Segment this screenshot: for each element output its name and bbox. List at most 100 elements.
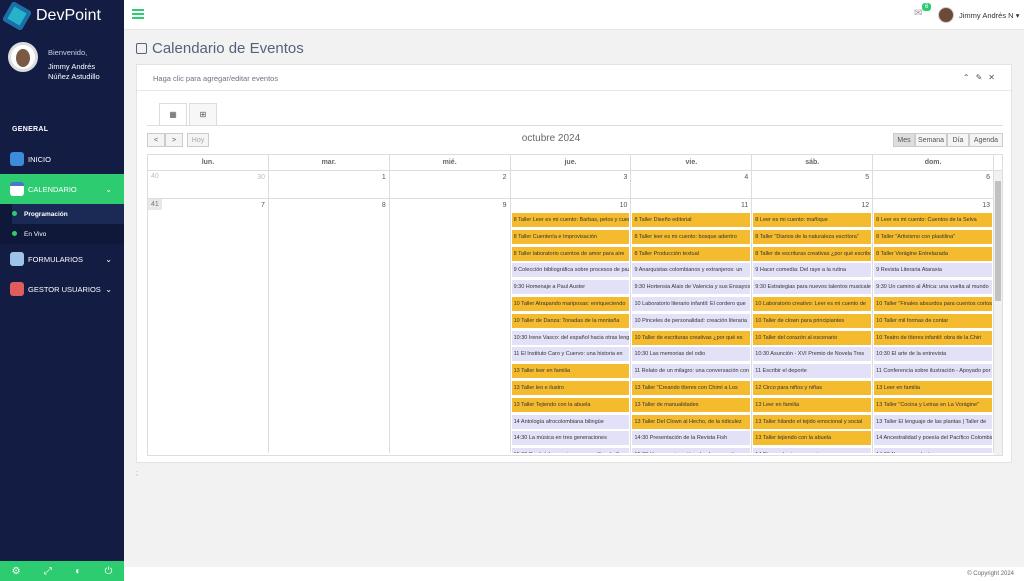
calendar-event[interactable]: 9:30 Hortensia Alaix de Valencia y sus E… (632, 280, 751, 295)
calendar-event[interactable]: 9:30 Estrategias para nuevos talentos mu… (753, 280, 872, 295)
calendar-event[interactable]: 8 Taller leer es mi cuento: bosque adent… (632, 229, 751, 244)
calendar-event[interactable]: 8 Taller Leer es mi cuento: Barbas, pelo… (511, 213, 630, 227)
calendar-event[interactable]: 10 Taller mil formas de contar (874, 313, 993, 328)
calendar-event[interactable]: 9 Hacer comedia: Del raye a la rutina (753, 263, 872, 278)
calendar-event[interactable]: 13 Leer en familia (753, 397, 872, 412)
calendar-event[interactable]: 14:30 La música en tres generaciones (511, 431, 630, 446)
calendar-event[interactable]: 14:30 Norma por dentro (874, 448, 993, 453)
calendar-event[interactable]: 14:30 Presentación de la Revista Fish (632, 431, 751, 446)
calendar-event[interactable]: 13 Taller hilando el tejido emocional y … (753, 414, 872, 429)
calendar-event[interactable]: 8 Taller Vorágine Entrelazada (874, 246, 993, 261)
calendar-event[interactable]: 11 Conferencia sobre ilustración - Apoya… (874, 364, 993, 379)
calendar-event[interactable]: 9 Colección bibliográfica sobre procesos… (511, 263, 630, 278)
calendar-event[interactable]: 10:30 Las memorias del odio (632, 347, 751, 362)
calendar-event[interactable]: 8 Taller Diseño editorial (632, 213, 751, 227)
calendar-event[interactable]: 14 Dioses, brujas y vampiresas (753, 448, 872, 453)
collapse-icon[interactable]: ⌃ (963, 73, 976, 82)
view-week-button[interactable]: Semana (915, 133, 947, 147)
calendar-event[interactable]: 11 Escribir el deporte (753, 364, 872, 379)
calendar-event[interactable]: 10 Pinceles de personalidad: creación li… (632, 313, 751, 328)
view-day-button[interactable]: Día (947, 133, 969, 147)
scrollbar-thumb[interactable] (995, 181, 1001, 301)
day-cell[interactable]: 5 (752, 171, 874, 198)
settings-icon[interactable]: ⚙ (12, 566, 21, 577)
day-cell[interactable]: 6 (873, 171, 995, 198)
calendar-event[interactable]: 10 Taller "Finales absurdos para cuentos… (874, 296, 993, 311)
calendar-event[interactable]: 10 Laboratorio literario infantil: El co… (632, 296, 751, 311)
day-cell[interactable]: 9 (390, 199, 511, 453)
calendar-event[interactable]: 14 Ancestralidad y poesía del Pacífico C… (874, 431, 993, 446)
calendar-event[interactable]: 8 Taller "Artivismo con plastilina" (874, 229, 993, 244)
calendar-event[interactable]: 11 El Instituto Caro y Cuervo: una histo… (511, 347, 630, 362)
sidebar-item-gestor-usuarios[interactable]: GESTOR USUARIOS ⌄ (0, 274, 124, 304)
calendar-event[interactable]: 8 Taller laboratorio cuentos de amor par… (511, 246, 630, 261)
calendar-event[interactable]: 8 Leer es mi cuento: mañique (753, 213, 872, 227)
day-cell[interactable]: 13 8 Leer es mi cuento: Cuentos de la Sel… (873, 199, 995, 453)
sidebar-item-inicio[interactable]: INICIO (0, 144, 124, 174)
calendar-event[interactable]: 13 Leer en familia (874, 380, 993, 395)
calendar-event[interactable]: 10 Teatro de títeres infantil: obra de l… (874, 330, 993, 345)
avatar[interactable] (938, 7, 954, 23)
logo[interactable]: DevPoint (0, 0, 124, 32)
calendar-event[interactable]: 10 Taller Atrapando mariposas: enriqueci… (511, 296, 630, 311)
day-cell[interactable]: 10 8 Taller Leer es mi cuento: Barbas, pe… (511, 199, 632, 453)
tab-calendar[interactable]: ▦ (159, 103, 187, 125)
sidebar-item-programacion[interactable]: Programación (12, 204, 124, 224)
menu-toggle-icon[interactable] (132, 9, 144, 19)
calendar-event[interactable]: 10 Taller de escrituras creativas ¿por q… (632, 330, 751, 345)
day-cell[interactable]: 11 8 Taller Diseño editorial 8 Taller leer… (631, 199, 753, 453)
fullscreen-icon[interactable]: ⤢ (44, 566, 52, 577)
day-cell[interactable]: 2 (390, 171, 511, 198)
calendar-event[interactable]: 13 Taller leo e ilustro (511, 380, 630, 395)
calendar-event[interactable]: 10 Laboratorio creativo: Leer es mi cuen… (753, 296, 872, 311)
calendar-event[interactable]: 15:30 Una aproximación a la obra narrati… (632, 448, 751, 453)
day-cell[interactable]: 12 8 Leer es mi cuento: mañique 8 Taller "… (752, 199, 874, 453)
eye-slash-icon[interactable]: ◐ (75, 566, 81, 577)
calendar-event[interactable]: 10:30 Irene Vasco: del español hacia otr… (511, 330, 630, 345)
day-cell[interactable]: 1 (269, 171, 390, 198)
calendar-event[interactable]: 11 Relato de un milagro: una conversació… (632, 364, 751, 379)
close-icon[interactable]: ✕ (988, 73, 1001, 82)
calendar-event[interactable]: 9:30 Homenaje a Paul Auster (511, 280, 630, 295)
day-cell[interactable]: 4 (631, 171, 753, 198)
day-cell[interactable]: 40 30 (148, 171, 269, 198)
wrench-icon[interactable]: ✎ (976, 73, 989, 82)
calendar-event[interactable]: 10:30 Asunción - XVI Premio de Novela Tr… (753, 347, 872, 362)
calendar-event[interactable]: 13 Taller El lenguaje de las plantas | T… (874, 414, 993, 429)
calendar-event[interactable]: 13 Taller Tejiendo con la abuela (511, 397, 630, 412)
calendar-event[interactable]: 10 Taller de Danza: Tonadas de la montañ… (511, 313, 630, 328)
day-cell[interactable]: 41 7 (148, 199, 269, 453)
calendar-event[interactable]: 14 Antología afrocolombiana bilingüe (511, 414, 630, 429)
calendar-event[interactable]: 8 Taller "Diarios de la naturaleza escri… (753, 229, 872, 244)
power-icon[interactable]: ⏻ (104, 566, 112, 577)
view-month-button[interactable]: Mes (893, 133, 915, 147)
sidebar-item-en-vivo[interactable]: En Vivo (12, 224, 124, 244)
calendar-event[interactable]: 13 Taller Del Clown al Hecho, de la ridi… (632, 414, 751, 429)
calendar-event[interactable]: 8 Taller Producción textual (632, 246, 751, 261)
calendar-event[interactable]: 10 Taller de clown para principiantes (753, 313, 872, 328)
calendar-event[interactable]: 13 Taller "Cocina y Letras en La Vorágin… (874, 397, 993, 412)
sidebar-item-formularios[interactable]: FORMULARIOS ⌄ (0, 244, 124, 274)
calendar-event[interactable]: 9 Anarquistas colombianos y extranjeros:… (632, 263, 751, 278)
calendar-event[interactable]: 8 Taller de escrituras creativas ¿por qu… (753, 246, 872, 261)
day-cell[interactable]: 3 (511, 171, 632, 198)
calendar-event[interactable]: 10:30 El arte de la entrevista (874, 347, 993, 362)
calendar-event[interactable]: 8 Taller Cuentería e Improvisación (511, 229, 630, 244)
calendar-event[interactable]: 13 Taller tejiendo con la abuela (753, 431, 872, 446)
day-cell[interactable]: 8 (269, 199, 390, 453)
calendar-event[interactable]: 9:30 Un camino al África: una vuelta al … (874, 280, 993, 295)
user-menu[interactable]: Jimmy Andrés N ▾ (959, 11, 1019, 20)
scrollbar[interactable] (994, 171, 1002, 455)
calendar-event[interactable]: 9 Revista Literaria Ataraxia (874, 263, 993, 278)
calendar-event[interactable]: 12 Circo para niños y niñas (753, 380, 872, 395)
calendar-event[interactable]: 10 Taller del corazón al escenario (753, 330, 872, 345)
tab-table[interactable]: ⊞ (189, 103, 217, 125)
view-agenda-button[interactable]: Agenda (969, 133, 1003, 147)
calendar-event[interactable]: 13 Taller de manualidades (632, 397, 751, 412)
sidebar-item-calendario[interactable]: CALENDARIO ⌄ (0, 174, 124, 204)
calendar-event[interactable]: 13 Taller leer en familia (511, 364, 630, 379)
calendar-event[interactable]: 15:30 Recital de canciones para niños de… (511, 448, 630, 453)
mail-icon[interactable]: ✉ (914, 8, 922, 19)
calendar-event[interactable]: 13 Taller "Creando títeres con Chimí a L… (632, 380, 751, 395)
calendar-event[interactable]: 8 Leer es mi cuento: Cuentos de la Selva (874, 213, 993, 227)
